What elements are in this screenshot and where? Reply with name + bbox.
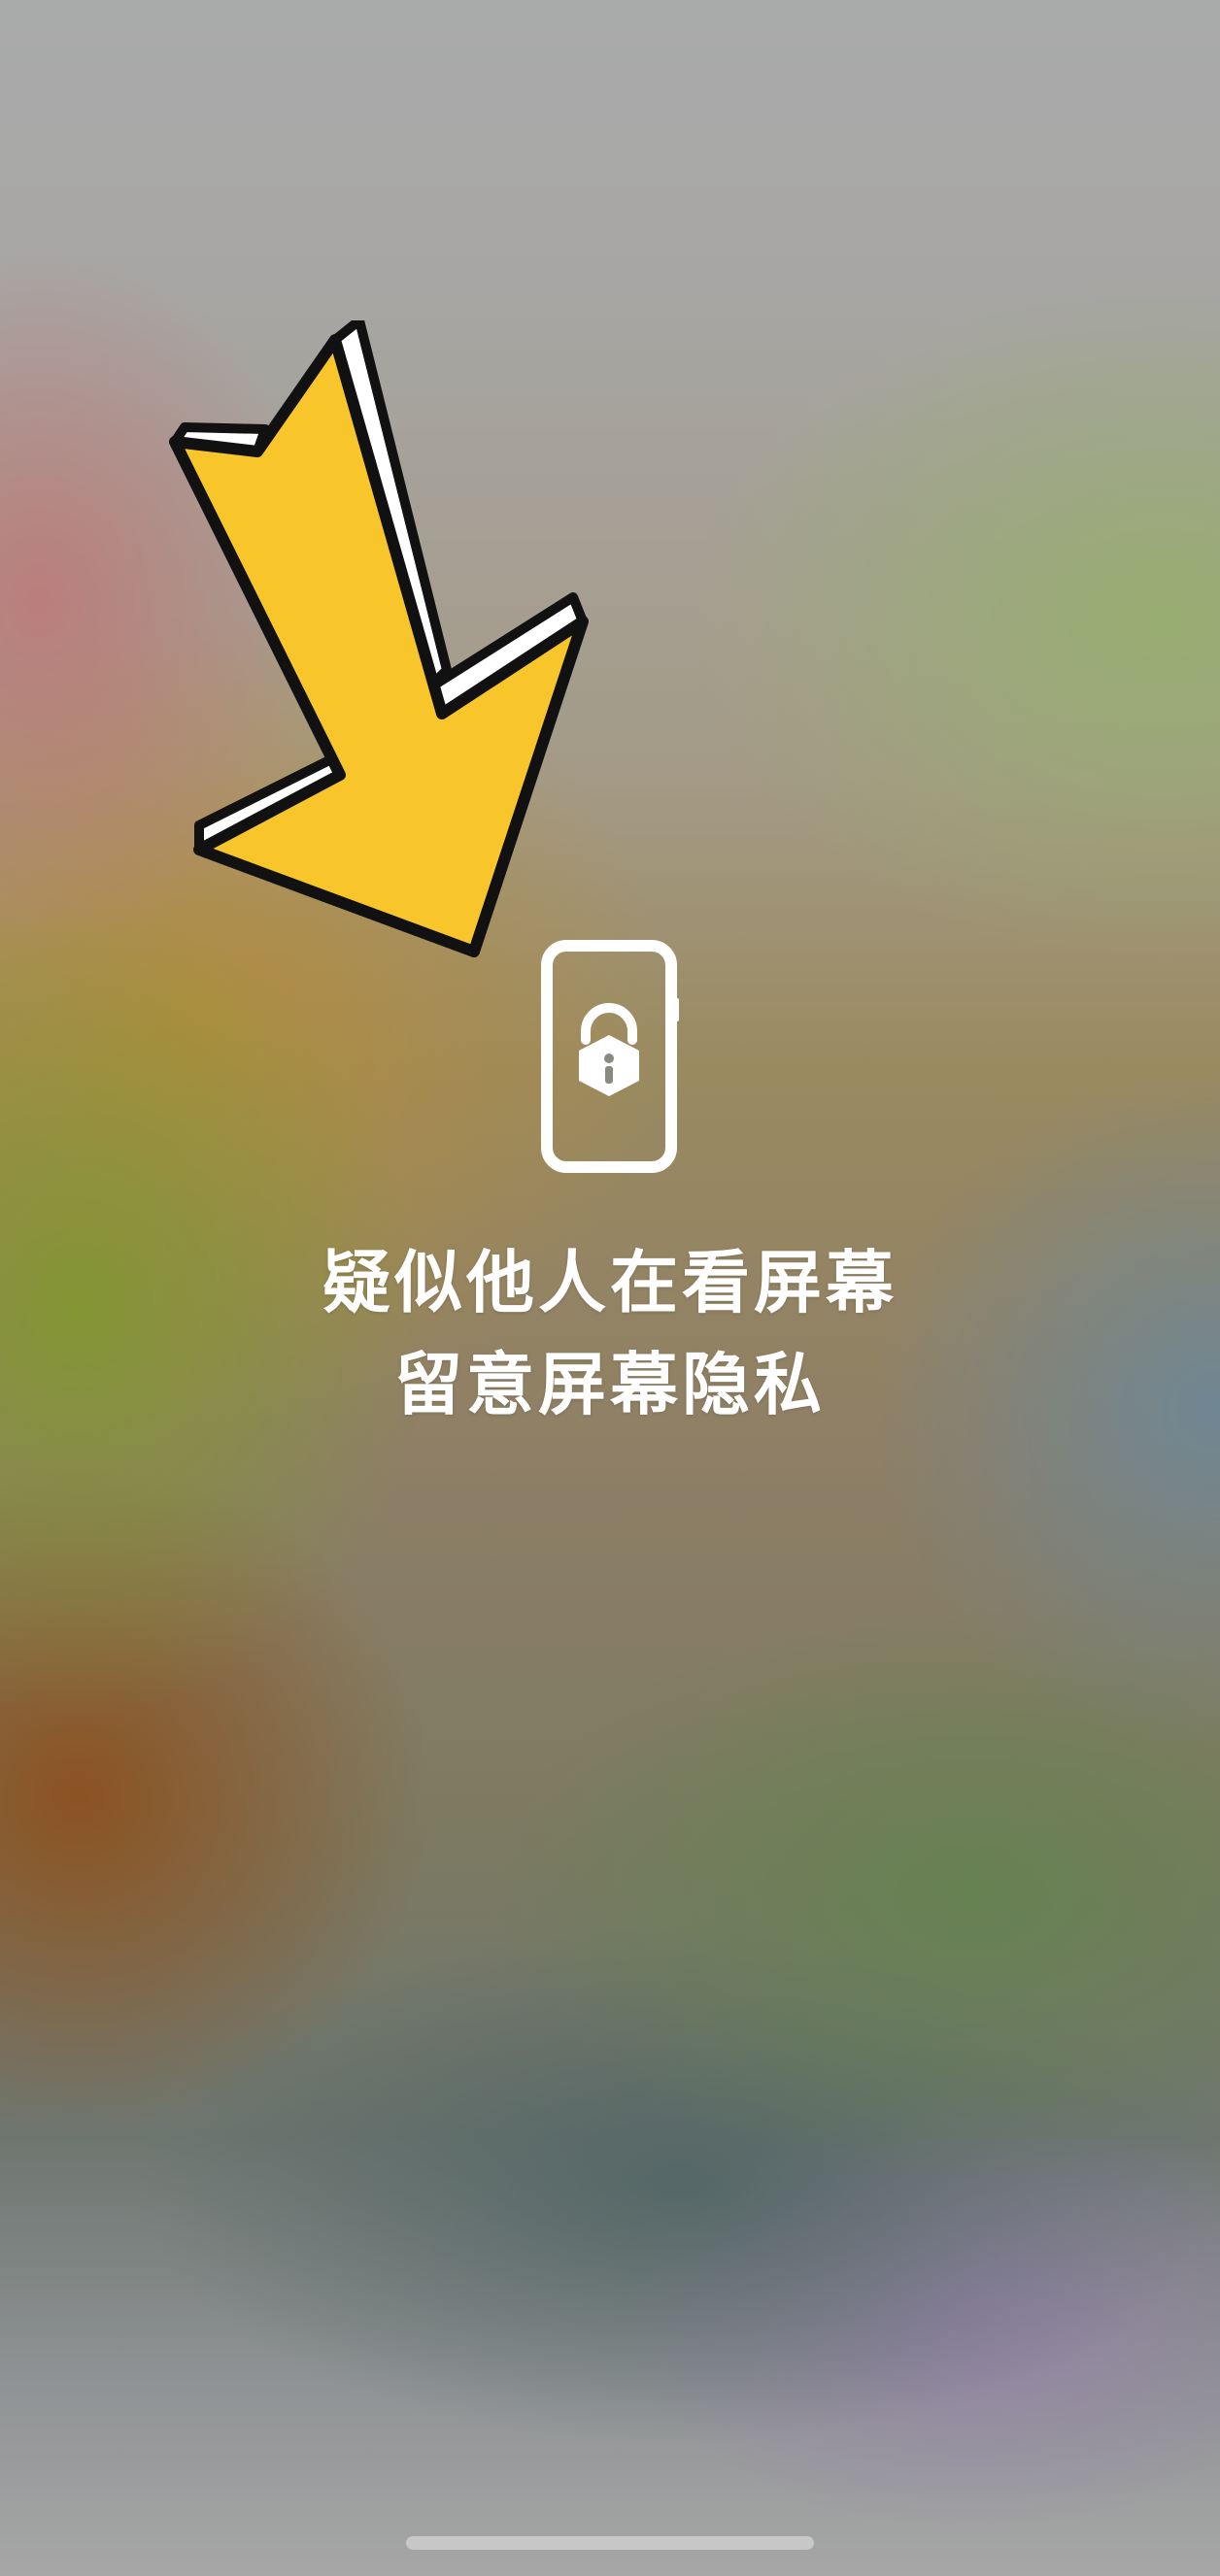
yellow-arrow-icon xyxy=(169,320,589,957)
privacy-warning-line1: 疑似他人在看屏幕 xyxy=(322,1243,898,1322)
home-indicator[interactable] xyxy=(406,2536,814,2550)
phone-lock-icon xyxy=(541,940,679,1173)
privacy-warning-line2: 留意屏幕隐私 xyxy=(394,1345,826,1424)
